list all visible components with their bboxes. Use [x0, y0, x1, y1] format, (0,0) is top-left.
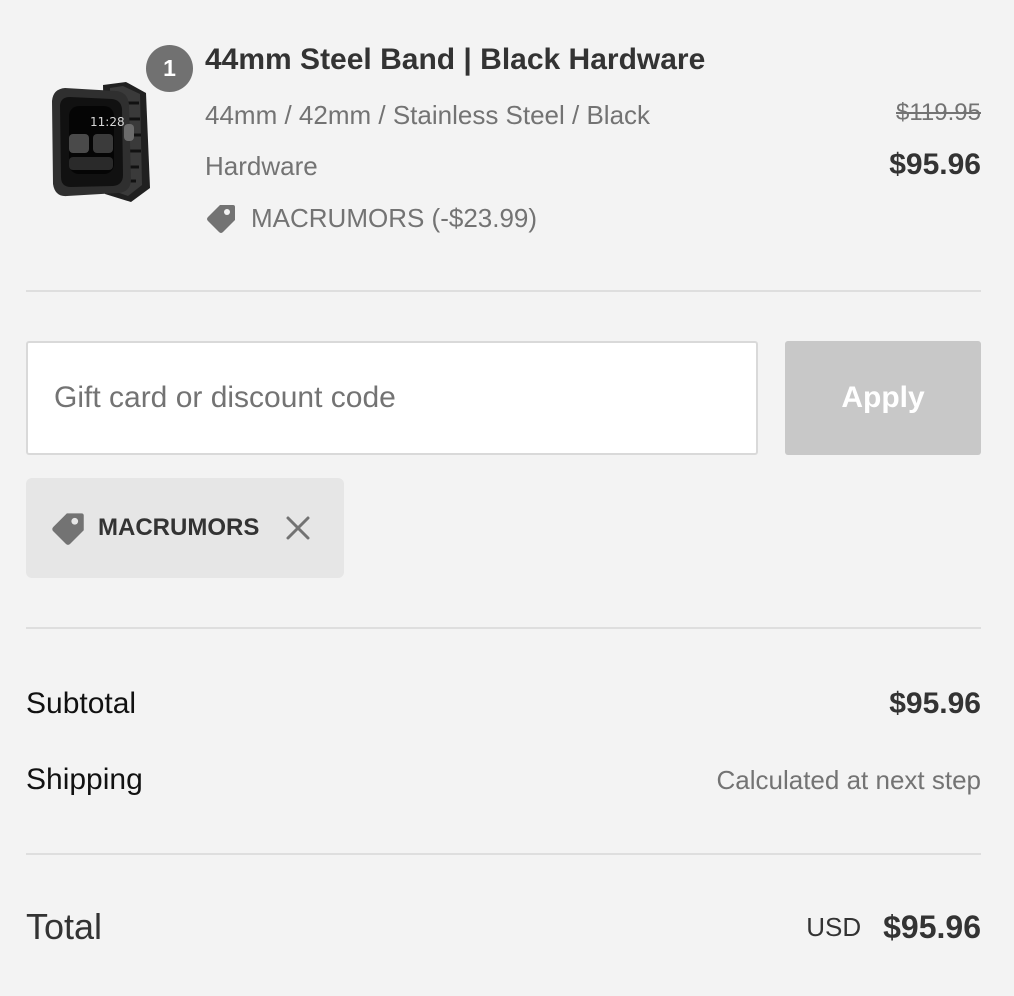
- total-amount: USD $95.96: [806, 909, 981, 946]
- discount-form: Apply: [26, 341, 981, 455]
- currency-code: USD: [806, 911, 862, 942]
- product-discount-label: MACRUMORS (-$23.99): [251, 202, 538, 233]
- quantity-badge: 1: [146, 45, 193, 92]
- product-discount: MACRUMORS (-$23.99): [205, 202, 537, 234]
- price-tag-icon: [205, 202, 237, 234]
- svg-text:11:28: 11:28: [90, 115, 125, 129]
- section-divider: [26, 290, 981, 292]
- discount-code-input[interactable]: [26, 341, 758, 455]
- section-divider: [26, 853, 981, 855]
- product-title: 44mm Steel Band | Black Hardware: [205, 43, 706, 76]
- shipping-value: Calculated at next step: [716, 764, 982, 795]
- watch-product-icon: 11:28: [40, 76, 164, 206]
- applied-code-label: MACRUMORS: [98, 514, 260, 541]
- original-price: $119.95: [896, 99, 981, 126]
- total-row: Total USD $95.96: [26, 900, 981, 954]
- subtotal-value: $95.96: [889, 687, 981, 720]
- applied-discount-chip: MACRUMORS: [26, 478, 344, 578]
- section-divider: [26, 627, 981, 629]
- total-value: $95.96: [883, 908, 981, 945]
- subtotal-row: Subtotal $95.96: [26, 682, 981, 726]
- apply-button[interactable]: Apply: [785, 341, 981, 455]
- close-icon: [286, 516, 310, 540]
- subtotal-label: Subtotal: [26, 687, 137, 720]
- total-label: Total: [26, 906, 103, 947]
- price-tag-icon: [50, 510, 86, 546]
- shipping-row: Shipping Calculated at next step: [26, 758, 981, 802]
- discounted-price: $95.96: [889, 148, 981, 181]
- remove-discount-button[interactable]: [281, 511, 315, 545]
- product-line-item: 11:28 1 44mm Steel Band | Black Hardware…: [26, 0, 981, 292]
- product-variant: 44mm / 42mm / Stainless Steel / Black Ha…: [205, 100, 651, 181]
- shipping-label: Shipping: [26, 763, 143, 796]
